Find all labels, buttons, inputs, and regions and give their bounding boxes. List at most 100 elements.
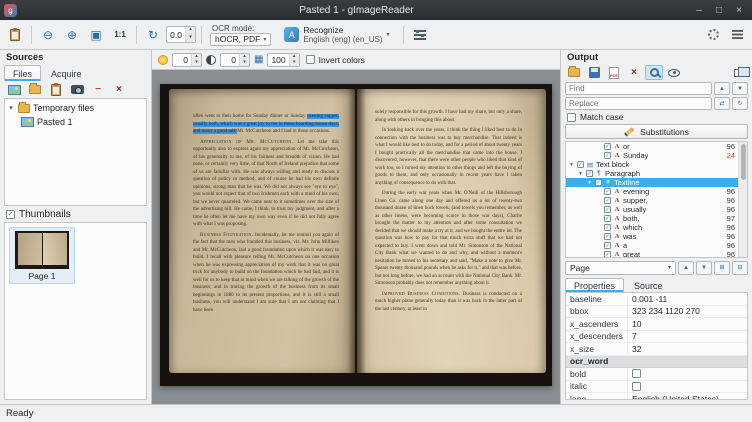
contrast-spinbox[interactable]: 0 ▴▾: [220, 53, 250, 67]
row-checkbox[interactable]: ✓: [604, 233, 611, 240]
export-button[interactable]: PDF: [605, 65, 623, 80]
paste-button[interactable]: [4, 23, 26, 47]
row-checkbox[interactable]: ✓: [604, 197, 611, 204]
replace-button[interactable]: ⇄: [714, 97, 730, 110]
collapse-all-button[interactable]: ⊟: [732, 261, 748, 275]
scrollbar-thumb[interactable]: [741, 144, 746, 180]
ocr-tree-row[interactable]: ✓ASunday24: [566, 151, 738, 160]
tree-item-temporary-files[interactable]: ▾ Temporary files: [7, 101, 144, 115]
expander-icon[interactable]: ▾: [577, 171, 584, 177]
nav-prev-button[interactable]: ▲: [678, 261, 694, 275]
maximize-button[interactable]: □: [712, 5, 726, 16]
ocr-tree-row[interactable]: ✓Awhich96: [566, 223, 738, 232]
spin-down-icon[interactable]: ▾: [192, 60, 201, 66]
resolution-spinbox[interactable]: 100 ▴▾: [267, 53, 299, 67]
add-images-button[interactable]: [5, 82, 23, 97]
nav-next-button[interactable]: ▼: [696, 261, 712, 275]
image-canvas[interactable]: often went to their home for Sunday dinn…: [152, 70, 560, 404]
clear-output-button[interactable]: ×: [625, 65, 643, 80]
preview-toggle[interactable]: [665, 65, 683, 80]
invert-colors-toggle[interactable]: Invert colors: [304, 52, 367, 68]
settings-button[interactable]: [702, 23, 724, 47]
ocr-tree-row[interactable]: ✓Aevening96: [566, 187, 738, 196]
find-next-button[interactable]: ▼: [732, 82, 748, 95]
property-checkbox[interactable]: [632, 382, 641, 391]
find-prev-button[interactable]: ▲: [714, 82, 730, 95]
detach-panel-button[interactable]: [730, 65, 748, 80]
spin-down-icon[interactable]: ▾: [290, 60, 299, 66]
spin-down-icon[interactable]: ▾: [186, 35, 195, 43]
ocr-tree-row[interactable]: ✓Aa96: [566, 241, 738, 250]
substitutions-button[interactable]: Substitutions: [565, 124, 748, 139]
row-checkbox[interactable]: ✓: [577, 161, 584, 168]
close-button[interactable]: ×: [732, 5, 746, 16]
ocr-tree-row[interactable]: ✓Agreat96: [566, 250, 738, 257]
app-menu-button[interactable]: [726, 23, 748, 47]
row-checkbox[interactable]: ✓: [586, 170, 593, 177]
image-controls-button[interactable]: [409, 23, 431, 47]
tab-source[interactable]: Source: [625, 278, 672, 292]
row-checkbox[interactable]: ✓: [604, 143, 611, 150]
minimize-button[interactable]: –: [692, 5, 706, 16]
screenshot-button[interactable]: [68, 82, 86, 97]
add-folder-button[interactable]: [26, 82, 44, 97]
tab-files[interactable]: Files: [4, 65, 41, 81]
open-hocr-button[interactable]: [565, 65, 583, 80]
paste-source-button[interactable]: [47, 82, 65, 97]
ocr-tree-row[interactable]: ✓Aboth,97: [566, 214, 738, 223]
row-checkbox[interactable]: ✓: [604, 152, 611, 159]
save-hocr-button[interactable]: [585, 65, 603, 80]
brightness-spinbox[interactable]: 0 ▴▾: [172, 53, 202, 67]
ocr-tree-row[interactable]: ▾✓¶Paragraph: [566, 169, 738, 178]
rotate-mode-button[interactable]: ↻: [142, 23, 164, 47]
ocr-mode-combobox[interactable]: hOCR, PDF ▾: [210, 33, 271, 46]
find-input[interactable]: [565, 82, 712, 95]
ocr-tree-row[interactable]: ✓Awas96: [566, 232, 738, 241]
recognize-button[interactable]: A Recognize English (eng) (en_US) ▾: [278, 23, 395, 47]
property-value[interactable]: 323 234 1120 270: [628, 306, 747, 316]
zoom-in-button[interactable]: ⊕: [61, 23, 83, 47]
match-case-toggle[interactable]: Match case: [561, 111, 752, 123]
remove-source-button[interactable]: −: [89, 82, 107, 97]
expand-all-button[interactable]: ⊞: [714, 261, 730, 275]
replace-input[interactable]: [565, 97, 712, 110]
zoom-original-button[interactable]: 1:1: [109, 23, 131, 47]
property-value[interactable]: 10: [628, 319, 747, 329]
tab-acquire[interactable]: Acquire: [42, 65, 91, 81]
page-combobox[interactable]: Page ▾: [565, 261, 676, 275]
property-value[interactable]: 7: [628, 331, 747, 341]
invert-colors-checkbox[interactable]: [306, 55, 315, 64]
property-value[interactable]: English (United States): [628, 394, 747, 400]
property-checkbox[interactable]: [632, 369, 641, 378]
spin-down-icon[interactable]: ▾: [240, 60, 249, 66]
row-checkbox[interactable]: ✓: [604, 251, 611, 257]
tab-properties[interactable]: Properties: [565, 278, 624, 292]
tree-scrollbar[interactable]: [738, 142, 747, 257]
ocr-tree-row[interactable]: ▾✓≡Textline: [566, 178, 738, 187]
row-checkbox[interactable]: ✓: [604, 242, 611, 249]
property-value[interactable]: 0.001 -11: [628, 294, 747, 304]
ocr-tree-row[interactable]: ✓Ausually96: [566, 205, 738, 214]
expander-icon[interactable]: ▾: [586, 180, 593, 186]
zoom-out-button[interactable]: ⊖: [37, 23, 59, 47]
row-checkbox[interactable]: ✓: [604, 224, 611, 231]
delete-source-button[interactable]: ×: [110, 82, 128, 97]
thumbnails-toggle[interactable]: ✓ Thumbnails: [0, 206, 151, 222]
replace-all-button[interactable]: ↻: [732, 97, 748, 110]
ocr-tree-row[interactable]: ▾✓▤Text block: [566, 160, 738, 169]
row-checkbox[interactable]: ✓: [604, 188, 611, 195]
property-value[interactable]: 32: [628, 344, 747, 354]
expander-icon[interactable]: ▾: [7, 104, 15, 112]
row-checkbox[interactable]: ✓: [595, 179, 602, 186]
match-case-checkbox[interactable]: [567, 113, 576, 122]
zoom-fit-button[interactable]: ▣: [85, 23, 107, 47]
rotation-spinbox[interactable]: 0.0 ▴▾: [166, 26, 196, 43]
row-checkbox[interactable]: ✓: [604, 215, 611, 222]
ocr-tree-row[interactable]: ✓Aor96: [566, 142, 738, 151]
expander-icon[interactable]: ▾: [568, 162, 575, 168]
ocr-tree-row[interactable]: ✓Asupper,96: [566, 196, 738, 205]
thumbnails-checkbox[interactable]: ✓: [6, 210, 15, 219]
tree-item-pasted[interactable]: Pasted 1: [7, 115, 144, 129]
row-checkbox[interactable]: ✓: [604, 206, 611, 213]
find-replace-toggle[interactable]: [645, 65, 663, 80]
